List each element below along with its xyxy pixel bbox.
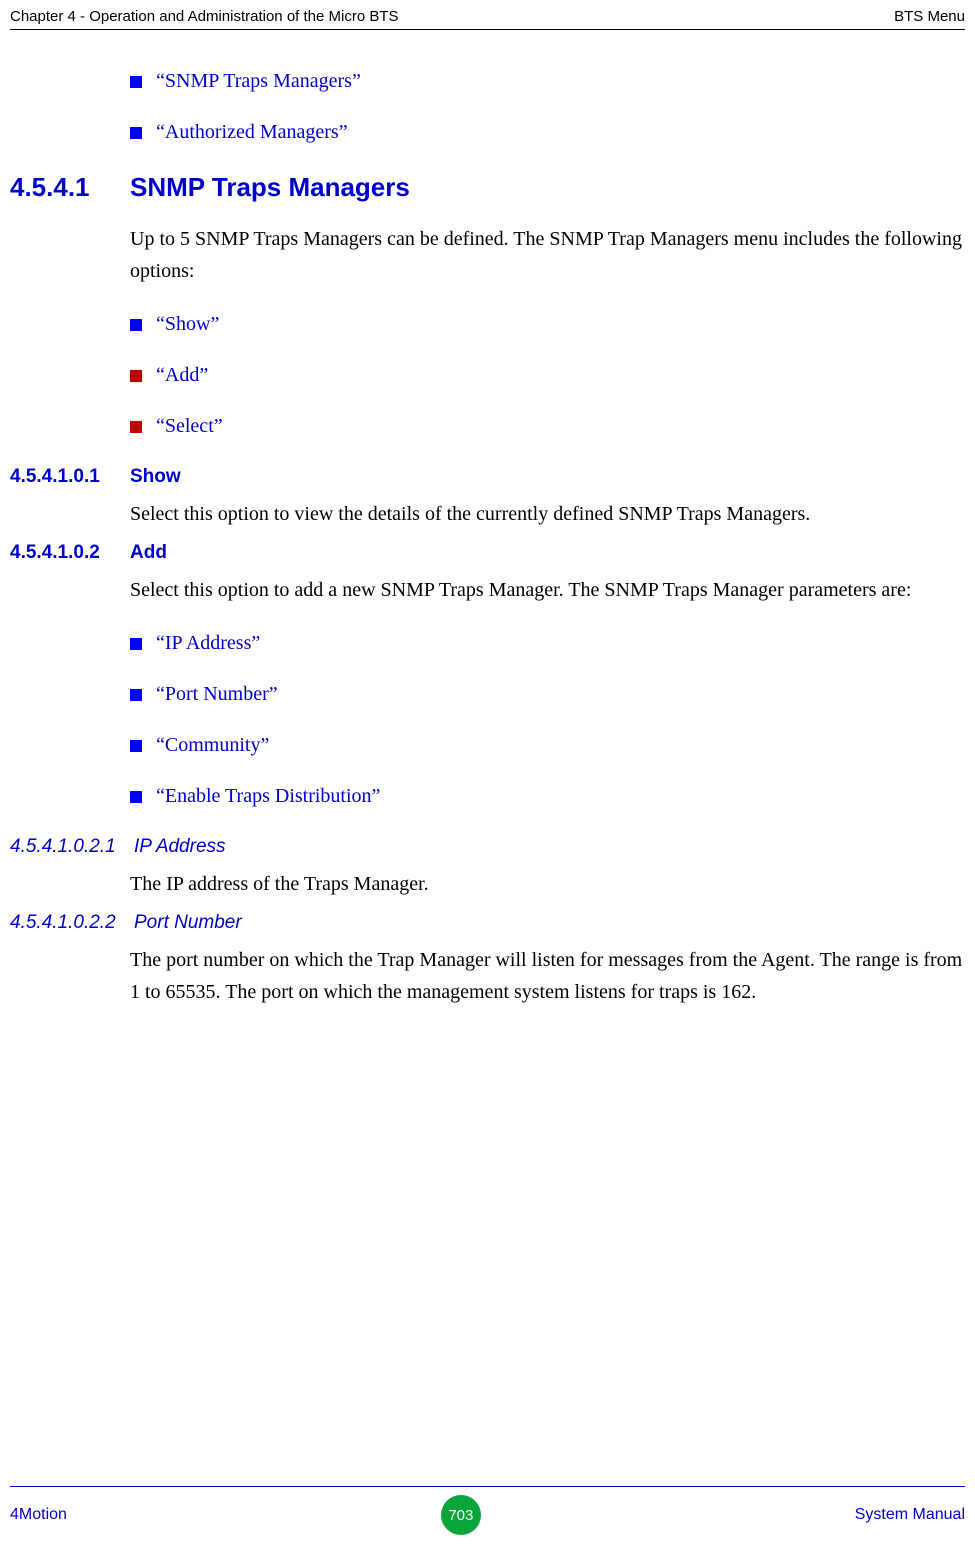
heading-level-3: 4.5.4.1.0.1 Show: [10, 466, 965, 488]
heading-level-2: 4.5.4.1 SNMP Traps Managers: [10, 172, 965, 203]
link-text[interactable]: “Enable Traps Distribution”: [156, 785, 380, 808]
bullet-square-icon: [130, 740, 142, 752]
heading-number: 4.5.4.1: [10, 172, 130, 203]
page-number-badge: 703: [441, 1495, 481, 1535]
bullet-square-icon: [130, 791, 142, 803]
link-text[interactable]: “Port Number”: [156, 683, 278, 706]
body-paragraph: The IP address of the Traps Manager.: [130, 868, 965, 900]
link-text[interactable]: “Add”: [156, 364, 208, 387]
bullet-square-icon: [130, 689, 142, 701]
link-text[interactable]: “SNMP Traps Managers”: [156, 70, 361, 93]
heading-level-4: 4.5.4.1.0.2.2 Port Number: [10, 912, 965, 934]
list-item: “Enable Traps Distribution”: [130, 785, 965, 808]
link-text[interactable]: “Show”: [156, 313, 219, 336]
list-item: “Port Number”: [130, 683, 965, 706]
bullet-square-icon: [130, 127, 142, 139]
heading-level-3: 4.5.4.1.0.2 Add: [10, 542, 965, 564]
list-item: “Add”: [130, 364, 965, 387]
page-content: “SNMP Traps Managers” “Authorized Manage…: [0, 30, 975, 1008]
list-item: “SNMP Traps Managers”: [130, 70, 965, 93]
heading-title: IP Address: [134, 836, 226, 858]
heading-title: SNMP Traps Managers: [130, 172, 410, 203]
heading-number: 4.5.4.1.0.2.2: [10, 912, 130, 934]
bullet-square-icon: [130, 370, 142, 382]
link-text[interactable]: “IP Address”: [156, 632, 260, 655]
list-item: “Show”: [130, 313, 965, 336]
bullet-square-icon: [130, 638, 142, 650]
heading-number: 4.5.4.1.0.2.1: [10, 836, 130, 858]
footer-rule: [10, 1486, 965, 1487]
header-right: BTS Menu: [894, 8, 965, 25]
bullet-square-icon: [130, 319, 142, 331]
list-item: “Authorized Managers”: [130, 121, 965, 144]
heading-number: 4.5.4.1.0.2: [10, 542, 130, 564]
heading-number: 4.5.4.1.0.1: [10, 466, 130, 488]
body-paragraph: The port number on which the Trap Manage…: [130, 944, 965, 1008]
heading-title: Add: [130, 542, 167, 564]
page-footer: 4Motion 703 System Manual: [0, 1486, 975, 1535]
link-text[interactable]: “Authorized Managers”: [156, 121, 348, 144]
heading-title: Show: [130, 466, 181, 488]
body-paragraph: Up to 5 SNMP Traps Managers can be defin…: [130, 223, 965, 287]
link-text[interactable]: “Select”: [156, 415, 223, 438]
heading-level-4: 4.5.4.1.0.2.1 IP Address: [10, 836, 965, 858]
footer-left: 4Motion: [10, 1506, 67, 1524]
footer-row: 4Motion 703 System Manual: [10, 1495, 965, 1535]
body-paragraph: Select this option to view the details o…: [130, 498, 965, 530]
list-item: “IP Address”: [130, 632, 965, 655]
bullet-square-icon: [130, 76, 142, 88]
body-paragraph: Select this option to add a new SNMP Tra…: [130, 574, 965, 606]
page-header: Chapter 4 - Operation and Administration…: [0, 0, 975, 29]
link-text[interactable]: “Community”: [156, 734, 269, 757]
footer-right: System Manual: [855, 1506, 965, 1524]
list-item: “Community”: [130, 734, 965, 757]
bullet-square-icon: [130, 421, 142, 433]
heading-title: Port Number: [134, 912, 242, 934]
list-item: “Select”: [130, 415, 965, 438]
header-left: Chapter 4 - Operation and Administration…: [10, 8, 399, 25]
